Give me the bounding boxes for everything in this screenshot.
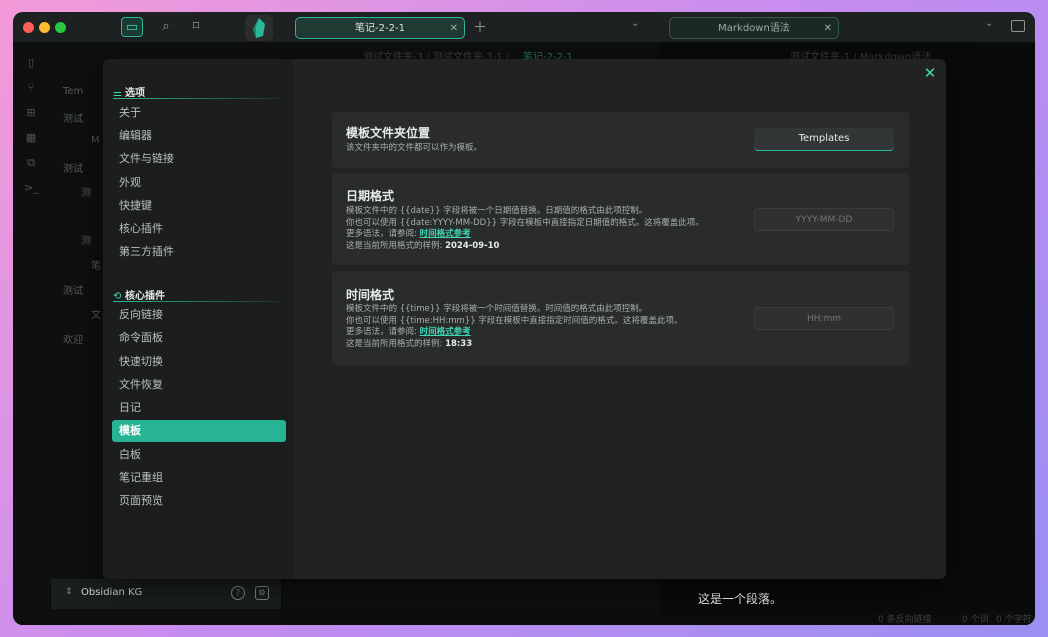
setting-description: 该文件夹中的文件都可以作为模板。 (346, 143, 483, 153)
sidebar-item-backlinks[interactable]: 反向链接 (112, 304, 286, 326)
tab-markdown-label: Markdown语法 (718, 23, 790, 34)
setting-title: 日期格式 (346, 189, 395, 203)
paragraph-text: 这是一个段落。 (698, 592, 783, 606)
settings-modal: ⚌ 选项 关于 编辑器 文件与链接 外观 快捷键 核心插件 第三方插件 ⟲ 核心插件… (103, 59, 946, 579)
search-icon[interactable]: ⌕ (155, 17, 177, 37)
setting-template-folder: 模板文件夹位置 该文件夹中的文件都可以作为模板。 Templates (332, 112, 909, 168)
sidebar-item-community-plugins[interactable]: 第三方插件 (112, 241, 286, 263)
obsidian-logo (245, 15, 273, 41)
time-format-input[interactable] (754, 307, 894, 330)
tab-note[interactable]: 笔记-2-2-1 ✕ (295, 17, 465, 39)
date-format-reference-link[interactable]: 时间格式参考 (420, 229, 471, 239)
settings-sidebar: ⚌ 选项 关于 编辑器 文件与链接 外观 快捷键 核心插件 第三方插件 ⟲ 核心插件… (103, 59, 293, 579)
tab-markdown[interactable]: Markdown语法 ✕ (669, 17, 839, 39)
date-sample-value: 2024-09-10 (445, 240, 500, 251)
divider (113, 98, 283, 99)
sidebar-item-hotkeys[interactable]: 快捷键 (112, 195, 286, 217)
sidebar-item-files-links[interactable]: 文件与链接 (112, 148, 286, 170)
sidebar-item-quick-switcher[interactable]: 快速切换 (112, 351, 286, 373)
template-folder-button[interactable]: Templates (754, 128, 894, 151)
close-icon[interactable]: ✕ (922, 65, 938, 81)
sidebar-item-canvas[interactable]: 白板 (112, 444, 286, 466)
help-icon[interactable]: ? (231, 586, 245, 600)
tab-list-chevron-icon[interactable]: ⌄ (631, 18, 639, 29)
setting-title: 模板文件夹位置 (346, 126, 431, 140)
setting-title: 时间格式 (346, 288, 395, 302)
sidebar-item-file-recovery[interactable]: 文件恢复 (112, 374, 286, 396)
time-format-reference-link[interactable]: 时间格式参考 (420, 327, 471, 337)
sidebar-item-editor[interactable]: 编辑器 (112, 125, 286, 147)
sidebar-item-command-palette[interactable]: 命令面板 (112, 327, 286, 349)
setting-description: 模板文件中的 {{date}} 字段将被一个日期值替换。日期值的格式由此项控制。… (346, 206, 704, 251)
settings-gear-icon[interactable]: ⚙ (255, 586, 269, 600)
sidebar-item-note-composer[interactable]: 笔记重组 (112, 467, 286, 489)
minimize-window-button[interactable] (39, 22, 50, 33)
bookmark-icon[interactable]: ⌑ (185, 17, 207, 37)
file-explorer-icon[interactable]: ▭ (121, 17, 143, 37)
date-format-input[interactable] (754, 208, 894, 231)
time-sample-value: 18:33 (445, 338, 473, 349)
close-tab-icon[interactable]: ✕ (824, 18, 832, 40)
sidebar-item-appearance[interactable]: 外观 (112, 172, 286, 194)
setting-time-format: 时间格式 模板文件中的 {{time}} 字段将被一个时间值替换。时间值的格式由… (332, 271, 909, 365)
zoom-window-button[interactable] (55, 22, 66, 33)
vault-switcher[interactable]: ⇕ Obsidian KG ? ⚙ (51, 579, 281, 609)
sidebar-item-templates[interactable]: 模板 (112, 420, 286, 442)
sidebar-item-daily-notes[interactable]: 日记 (112, 397, 286, 419)
setting-date-format: 日期格式 模板文件中的 {{date}} 字段将被一个日期值替换。日期值的格式由… (332, 173, 909, 265)
app-window: ▭ ⌕ ⌑ 笔记-2-2-1 ✕ ＋ ⌄ Markdown语法 ✕ ⌄ ▯ ⑂ … (13, 12, 1035, 625)
tab-list-chevron-icon[interactable]: ⌄ (985, 18, 993, 29)
divider (113, 301, 283, 302)
chevron-updown-icon[interactable]: ⇕ (65, 587, 73, 597)
toggle-right-sidebar-icon[interactable] (1011, 20, 1025, 32)
setting-description: 模板文件中的 {{time}} 字段将被一个时间值替换。时间值的格式由此项控制。… (346, 304, 683, 349)
close-window-button[interactable] (23, 22, 34, 33)
sidebar-item-about[interactable]: 关于 (112, 102, 286, 124)
new-tab-button[interactable]: ＋ (473, 17, 487, 39)
sidebar-item-core-plugins[interactable]: 核心插件 (112, 218, 286, 240)
vault-name: Obsidian KG (81, 587, 143, 598)
tab-note-label: 笔记-2-2-1 (355, 23, 405, 34)
sidebar-item-page-preview[interactable]: 页面预览 (112, 490, 286, 512)
close-tab-icon[interactable]: ✕ (450, 18, 458, 40)
title-bar: ▭ ⌕ ⌑ 笔记-2-2-1 ✕ ＋ ⌄ Markdown语法 ✕ ⌄ (13, 12, 1035, 42)
